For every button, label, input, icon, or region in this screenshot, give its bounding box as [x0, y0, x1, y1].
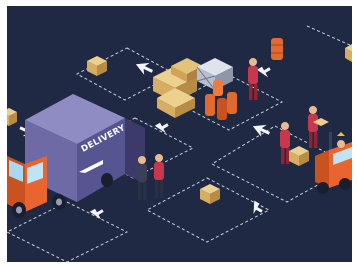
barrel-single	[271, 38, 283, 60]
illustration-frame: DELIVERY	[0, 0, 357, 267]
logistics-illustration: DELIVERY	[7, 6, 352, 262]
truck-wheel	[101, 173, 113, 187]
logistics-scene: DELIVERY	[7, 6, 352, 262]
